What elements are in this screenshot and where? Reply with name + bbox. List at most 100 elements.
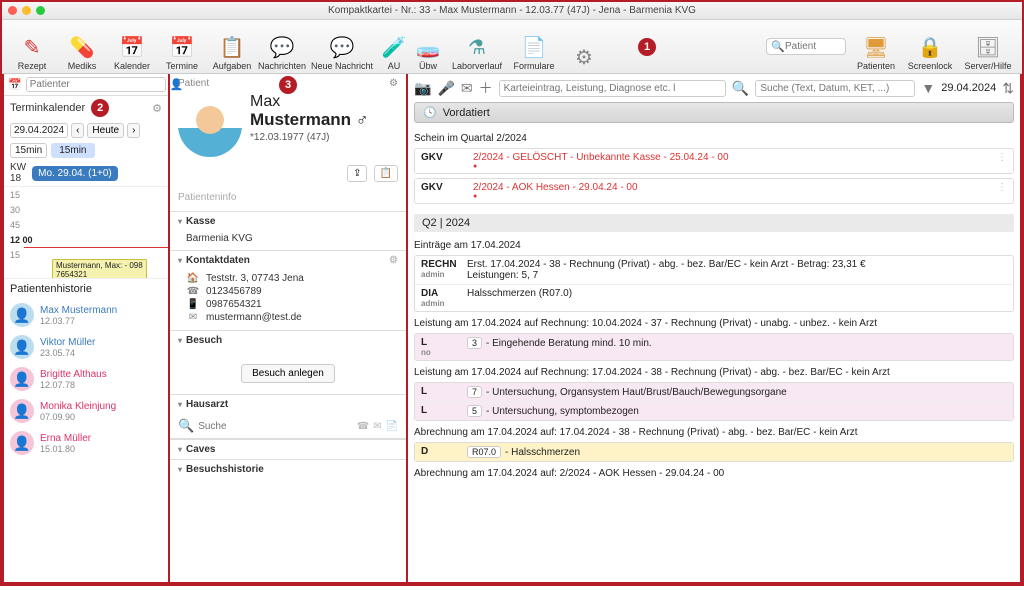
chart-search[interactable]: [755, 80, 915, 97]
minimize-icon[interactable]: [22, 6, 31, 15]
tb-screenlock[interactable]: 🔒Screenlock: [906, 23, 954, 71]
history-name: Viktor Müller: [40, 337, 95, 348]
toolbar-search-input[interactable]: [785, 41, 841, 52]
phone-icon[interactable]: ☎: [357, 421, 369, 432]
acc-kasse[interactable]: Kasse: [170, 212, 406, 231]
tb-rezept[interactable]: ✎Rezept: [8, 23, 56, 71]
maximize-icon[interactable]: [36, 6, 45, 15]
gear-icon[interactable]: ⚙: [389, 78, 398, 89]
next-day-button[interactable]: ›: [127, 123, 140, 138]
tb-termine[interactable]: 📅Termine: [158, 23, 206, 71]
today-button[interactable]: Heute: [87, 123, 124, 138]
calendar-date[interactable]: 29.04.2024: [10, 123, 68, 138]
gear-icon[interactable]: ⚙: [389, 255, 398, 266]
note-button[interactable]: 📋: [374, 165, 398, 182]
entry-leistung[interactable]: Lno 3- Eingehende Beratung mind. 10 min.: [415, 334, 1013, 360]
history-row[interactable]: 👤Viktor Müller23.05.74: [4, 331, 168, 363]
tb-patienten[interactable]: 🖥Patienten: [852, 23, 900, 71]
patient-label: Patient: [178, 78, 209, 89]
more-icon[interactable]: ⋮: [997, 152, 1007, 163]
acc-caves[interactable]: Caves: [170, 440, 406, 459]
entry-dia[interactable]: DIAadmin Halsschmerzen (R07.0): [415, 285, 1013, 311]
tb-aufgaben[interactable]: 📋Aufgaben: [208, 23, 256, 71]
mail-icon[interactable]: ✉: [461, 80, 473, 97]
history-name: Brigitte Althaus: [40, 369, 107, 380]
history-row[interactable]: 👤Erna Müller15.01.80: [4, 427, 168, 459]
tb-au[interactable]: 🧪AU: [378, 23, 410, 71]
patient-filter-input[interactable]: [26, 77, 166, 92]
phone-icon: ☎: [186, 286, 200, 297]
patient-info-ph[interactable]: Patienteninfo: [170, 188, 406, 211]
badge-2: 2: [91, 99, 109, 117]
clock-icon: 🕓: [423, 106, 437, 119]
tb-laborverlauf[interactable]: ⚗Laborverlauf: [446, 23, 508, 71]
history-row[interactable]: 👤 Monika Kleinjung07.09.90: [4, 395, 168, 427]
acc-kontakt[interactable]: Kontaktdaten⚙: [170, 251, 406, 270]
history-date: 23.05.74: [40, 348, 95, 358]
tb-nachrichten[interactable]: 💬Nachrichten: [258, 23, 306, 71]
badge-3: 3: [279, 76, 297, 94]
toolbar-search[interactable]: 🔍: [766, 38, 846, 55]
close-icon[interactable]: [8, 6, 17, 15]
acc-besuchshistorie[interactable]: Besuchshistorie: [170, 460, 406, 479]
chart-date[interactable]: 29.04.2024: [941, 82, 996, 94]
tb-uebw[interactable]: 🧫Übw: [412, 23, 444, 71]
besuch-anlegen-button[interactable]: Besuch anlegen: [241, 364, 335, 383]
entry-rechn[interactable]: RECHNadmin Erst. 17.04.2024 - 38 - Rechn…: [415, 256, 1013, 285]
tb-mediks[interactable]: 💊Mediks: [58, 23, 106, 71]
mic-icon[interactable]: 🎤: [437, 80, 454, 97]
history-name: Monika Kleinjung: [40, 401, 116, 412]
appointment[interactable]: Mustermann, Max: - 0987654321: [52, 259, 147, 278]
mail-icon: ✉: [186, 312, 200, 323]
tb-formulare[interactable]: 📄Formulare: [510, 23, 558, 71]
entry-leistung[interactable]: L 7- Untersuchung, Organsystem Haut/Brus…: [415, 383, 1013, 402]
tb-kalender[interactable]: 📅Kalender: [108, 23, 156, 71]
mobile-icon: 📱: [186, 299, 200, 310]
entry-diagnose[interactable]: D R07.0- Halsschmerzen: [415, 443, 1013, 461]
entry-leistung[interactable]: L 5- Untersuchung, symptombezogen: [415, 402, 1013, 420]
schein-row[interactable]: GKV 2/2024 - GELÖSCHT - Unbekannte Kasse…: [414, 148, 1014, 174]
interval-select[interactable]: 15min: [10, 143, 47, 158]
hausarzt-search[interactable]: [198, 421, 353, 432]
badge-1: 1: [638, 38, 656, 56]
timeline[interactable]: 15 30 45 12 00 15 Mustermann, Max: - 098…: [4, 186, 168, 278]
tb-serverhilfe[interactable]: 🗄Server/Hilfe: [960, 23, 1016, 71]
main-toolbar: ✎Rezept 💊Mediks 📅Kalender 📅Termine 📋Aufg…: [2, 20, 1022, 74]
vordatiert-bar[interactable]: 🕓Vordatiert: [414, 102, 1014, 123]
history-date: 07.09.90: [40, 412, 116, 422]
interval-active[interactable]: 15min: [51, 143, 94, 158]
entry-input[interactable]: [499, 80, 726, 97]
patient-last: Mustermann ♂: [250, 110, 369, 129]
prev-day-button[interactable]: ‹: [71, 123, 84, 138]
more-icon[interactable]: ⋮: [997, 182, 1007, 193]
history-row[interactable]: 👤Max Mustermann12.03.77: [4, 299, 168, 331]
avatar: 👤: [10, 431, 34, 455]
history-name: Erna Müller: [40, 433, 91, 444]
schein-header: Schein im Quartal 2/2024: [414, 131, 1014, 148]
cal-mini-icon[interactable]: 📅: [8, 78, 22, 91]
mail-icon[interactable]: ✉: [373, 421, 381, 432]
filter-icon[interactable]: ▼: [921, 80, 935, 96]
search-icon: 🔍: [732, 80, 749, 97]
share-button[interactable]: ⇪: [347, 165, 367, 182]
calendar-title: Terminkalender: [10, 102, 85, 114]
history-date: 12.03.77: [40, 316, 117, 326]
doc-icon[interactable]: 📄: [386, 421, 398, 432]
avatar: [178, 93, 242, 157]
camera-icon[interactable]: 📷: [414, 80, 431, 97]
plus-icon[interactable]: ＋: [479, 78, 493, 98]
schein-row[interactable]: GKV 2/2024 - AOK Hessen - 29.04.24 - 00●…: [414, 178, 1014, 204]
quarter-bar: Q2 | 2024: [414, 214, 1014, 232]
tb-neue-nachricht[interactable]: 💬Neue Nachricht: [308, 23, 376, 71]
stepper-icon[interactable]: ⇅: [1002, 80, 1014, 97]
history-row[interactable]: 👤Brigitte Althaus12.07.78: [4, 363, 168, 395]
acc-hausarzt[interactable]: Hausarzt: [170, 395, 406, 414]
history-title: Patientenhistorie: [4, 278, 168, 299]
patient-first: Max: [250, 93, 369, 111]
avatar: 👤: [10, 399, 34, 423]
acc-besuch[interactable]: Besuch: [170, 331, 406, 350]
window-titlebar: Kompaktkartei - Nr.: 33 - Max Mustermann…: [2, 2, 1022, 20]
tb-formulare-gear[interactable]: ⚙: [560, 23, 608, 71]
day-pill[interactable]: Mo. 29.04. (1+0): [32, 166, 118, 181]
gear-icon[interactable]: ⚙: [152, 102, 162, 115]
